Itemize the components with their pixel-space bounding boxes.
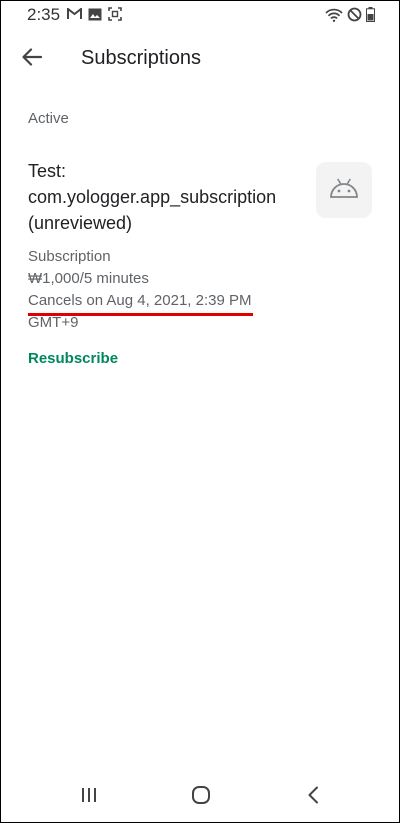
subscription-item[interactable]: Test: com.yologger.app_subscription (unr… <box>28 158 378 334</box>
back-button[interactable] <box>15 43 49 75</box>
notification-icons <box>67 7 122 21</box>
screen: 2:35 Subscriptions Active Test: com.yolo… <box>0 0 400 823</box>
recents-icon <box>80 786 98 809</box>
subscription-price: ₩1,000/5 minutes <box>28 270 149 287</box>
cancel-info: Cancels on Aug 4, 2021, 2:39 PM <box>28 292 252 309</box>
screenshot-icon <box>108 7 122 21</box>
app-icon <box>316 162 372 218</box>
subscription-type: Subscription <box>28 248 111 265</box>
battery-icon <box>366 7 375 22</box>
wifi-icon <box>325 8 343 22</box>
subscription-name: Test: com.yologger.app_subscription (unr… <box>28 161 277 233</box>
status-bar: 2:35 <box>1 1 399 29</box>
section-label-active: Active <box>28 110 69 127</box>
red-underline-annotation <box>28 313 254 316</box>
gallery-icon <box>88 8 102 21</box>
app-bar: Subscriptions <box>1 31 399 87</box>
dnd-icon <box>347 7 362 22</box>
navigation-bar <box>1 772 399 822</box>
cancel-info-wrapper: Cancels on Aug 4, 2021, 2:39 PM <box>28 290 254 316</box>
nav-back-button[interactable] <box>293 782 333 812</box>
home-button[interactable] <box>181 782 221 812</box>
status-time: 2:35 <box>27 5 61 24</box>
gmail-icon <box>67 8 82 20</box>
page-title: Subscriptions <box>81 47 202 69</box>
home-icon <box>191 785 211 810</box>
arrow-back-icon <box>22 47 43 71</box>
resubscribe-button[interactable]: Resubscribe <box>28 350 118 367</box>
back-icon <box>307 786 319 809</box>
subscription-details: Subscription ₩1,000/5 minutes Cancels on… <box>28 246 378 334</box>
android-icon <box>329 178 359 203</box>
system-icons <box>325 7 375 22</box>
recents-button[interactable] <box>69 782 109 812</box>
